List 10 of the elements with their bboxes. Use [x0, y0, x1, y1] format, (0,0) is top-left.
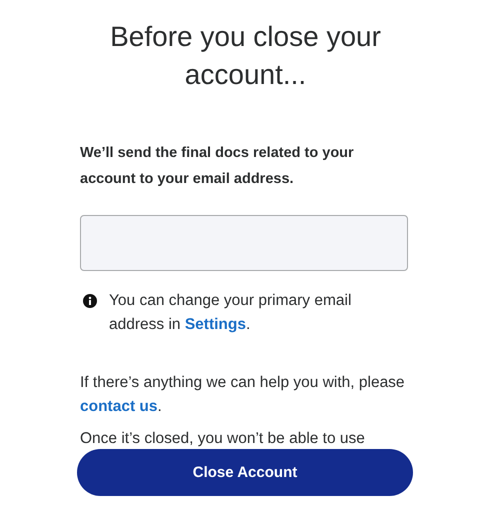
warning-text: Once it’s closed, you won’t be able to use — [80, 429, 366, 449]
info-icon — [83, 294, 97, 308]
intro-text: We’ll send the final docs related to your account to your email address. — [80, 144, 355, 189]
settings-link[interactable]: Settings — [184, 316, 246, 333]
close-account-button[interactable]: Close Account — [77, 449, 413, 496]
email-field[interactable] — [80, 215, 408, 271]
page-title: Before you close your account... — [109, 20, 382, 92]
contact-link[interactable]: contact us — [80, 398, 158, 415]
info-text: You can change your primary email address in Settings. — [109, 291, 352, 335]
help-text: If there’s anything we can help you with, please contact us. — [80, 373, 406, 417]
